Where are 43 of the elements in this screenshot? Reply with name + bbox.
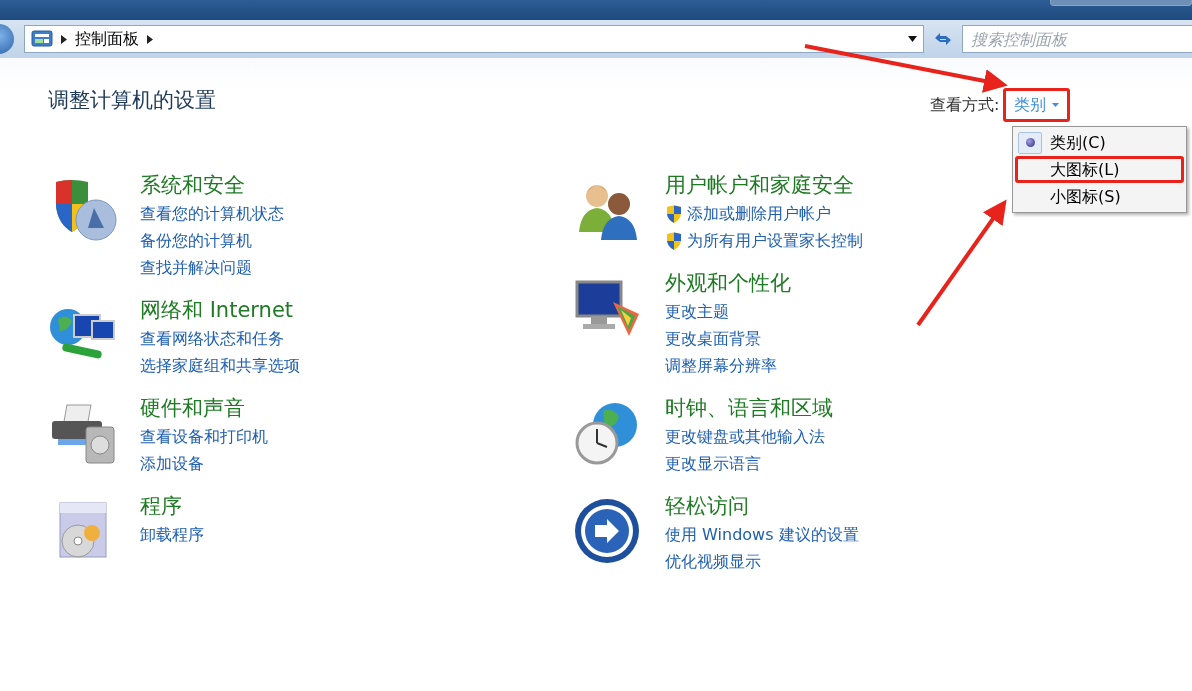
address-bar[interactable]: 控制面板 [24,25,924,53]
task-link[interactable]: 查看网络状态和任务 [140,325,300,352]
category-link[interactable]: 时钟、语言和区域 [665,393,833,423]
view-by-dropdown[interactable]: 类别 [1003,88,1071,122]
page-title: 调整计算机的设置 [48,88,216,114]
task-link[interactable]: 更改显示语言 [665,450,833,477]
back-button[interactable] [0,24,14,54]
task-link[interactable]: 更改键盘或其他输入法 [665,423,833,450]
task-link[interactable]: 查找并解决问题 [140,254,284,281]
radio-dot-icon [1025,138,1035,147]
task-link[interactable]: 查看您的计算机状态 [140,200,284,227]
control-panel-icon [31,29,53,49]
task-link[interactable]: 调整屏幕分辨率 [665,352,791,379]
menu-item[interactable]: 类别(C) [1015,129,1184,156]
category-link[interactable]: 系统和安全 [140,170,284,200]
category-link[interactable]: 用户帐户和家庭安全 [665,170,863,200]
menu-item[interactable]: 小图标(S) [1015,183,1184,210]
task-link[interactable]: 查看设备和打印机 [140,423,268,450]
shield-icon [665,203,683,224]
task-link[interactable]: 使用 Windows 建议的设置 [665,521,859,548]
task-link[interactable]: 更改桌面背景 [665,325,791,352]
category-link[interactable]: 硬件和声音 [140,393,268,423]
task-link[interactable]: 更改主题 [665,298,791,325]
task-link[interactable]: 添加设备 [140,450,268,477]
category-link[interactable]: 网络和 Internet [140,295,300,325]
task-link[interactable]: 备份您的计算机 [140,227,284,254]
breadcrumb-link[interactable]: 控制面板 [75,27,139,51]
task-link[interactable]: 添加或删除用户帐户 [665,200,863,227]
caret-icon [1052,103,1060,107]
category-link[interactable]: 程序 [140,491,204,521]
task-link[interactable]: 选择家庭组和共享选项 [140,352,300,379]
search-field[interactable]: 搜索控制面板 [962,25,1192,53]
view-by-label: 查看方式: [930,94,1000,116]
shield-icon [665,230,683,251]
chevron-icon[interactable] [61,34,67,44]
chevron-icon[interactable] [147,34,153,44]
task-link[interactable]: 卸载程序 [140,521,204,548]
task-link[interactable]: 为所有用户设置家长控制 [665,227,863,254]
menu-item[interactable]: 大图标(L) [1015,156,1184,183]
category-link[interactable]: 轻松访问 [665,491,859,521]
category-link[interactable]: 外观和个性化 [665,268,791,298]
dropdown-icon[interactable] [908,36,917,42]
task-link[interactable]: 优化视频显示 [665,548,859,575]
